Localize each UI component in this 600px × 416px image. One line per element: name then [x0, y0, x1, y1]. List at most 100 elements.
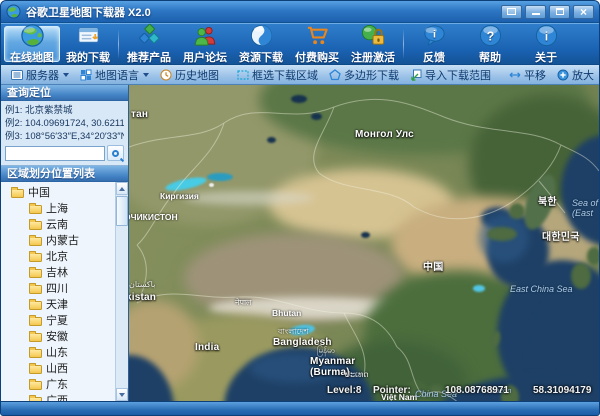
search-panel-body: 例1: 北京紫禁城 例2: 104.09691724, 30.62114865 … — [1, 101, 128, 166]
search-example-3: 例3: 108°56′33″E,34°20′33″N — [5, 130, 124, 143]
tree-item[interactable]: 山西 — [1, 360, 128, 376]
online-map-globe-button[interactable]: 在线地图 — [4, 26, 60, 62]
scroll-down-icon — [119, 393, 125, 397]
svg-text:?: ? — [486, 29, 494, 43]
tree-item[interactable]: 云南 — [1, 216, 128, 232]
history-clock-icon — [160, 69, 172, 81]
search-panel-header: 查询定位 — [1, 85, 128, 101]
polygon-download-button[interactable]: 多边形下载 — [324, 66, 404, 84]
sub-toolbar-label: 放大 — [572, 67, 594, 83]
tree-item-root[interactable]: 中国 — [1, 184, 128, 200]
tree-item-label: 山东 — [46, 344, 68, 360]
toolbar-separator — [118, 29, 119, 59]
country-borders-overlay — [129, 85, 599, 401]
skin-button[interactable] — [501, 5, 522, 19]
minimize-button[interactable] — [525, 5, 546, 19]
import-range-button[interactable]: 导入下载范围 — [405, 66, 496, 84]
tree-item-label: 吉林 — [46, 264, 68, 280]
title-bar: 谷歌卫星地图下载器 X2.0 × — [1, 1, 599, 23]
tree-item[interactable]: 北京 — [1, 248, 128, 264]
folder-icon — [29, 333, 42, 342]
folder-icon — [29, 285, 42, 294]
maximize-icon — [556, 8, 564, 15]
box-select-button[interactable]: 框选下载区域 — [232, 66, 323, 84]
toolbar-button-label: 反馈 — [423, 49, 445, 65]
folder-icon — [29, 237, 42, 246]
window-controls: × — [501, 5, 594, 19]
app-window: 谷歌卫星地图下载器 X2.0 × 在线地图我的下载推荐产品用户论坛资源下载付费购… — [0, 0, 600, 416]
tree-item-label: 上海 — [46, 200, 68, 216]
about-button[interactable]: i关于 — [518, 24, 574, 64]
toolbar-button-label: 注册激活 — [351, 49, 395, 65]
user-forum-button[interactable]: 用户论坛 — [177, 24, 233, 64]
tree-item[interactable]: 安徽 — [1, 328, 128, 344]
server-list-button[interactable]: 服务器 — [6, 66, 74, 84]
search-example-2: 例2: 104.09691724, 30.62114865 — [5, 117, 124, 130]
tree-list: 中国上海云南内蒙古北京吉林四川天津宁夏安徽山东山西广东广西 — [1, 184, 128, 401]
resource-download-button[interactable]: 资源下载 — [233, 24, 289, 64]
folder-icon — [29, 269, 42, 278]
folder-icon — [29, 205, 42, 214]
close-button[interactable]: × — [573, 5, 594, 19]
tree-item[interactable]: 上海 — [1, 200, 128, 216]
folder-icon — [29, 381, 42, 390]
toolbar-button-label: 我的下载 — [66, 49, 110, 65]
history-clock-button[interactable]: 历史地图 — [155, 66, 224, 84]
dropdown-arrow-icon — [63, 73, 69, 77]
tree-item-label: 四川 — [46, 280, 68, 296]
my-downloads-icon — [76, 23, 101, 48]
folder-icon — [29, 301, 42, 310]
folder-icon — [29, 221, 42, 230]
tree-panel-header: 区域划分位置列表 — [1, 166, 128, 182]
pan-icon — [509, 69, 521, 81]
sub-toolbar-label: 地图语言 — [95, 67, 139, 83]
status-bar — [1, 401, 599, 415]
folder-icon — [29, 397, 42, 402]
folder-icon — [11, 189, 24, 198]
tree-scrollbar[interactable] — [115, 182, 128, 401]
recommended-products-button[interactable]: 推荐产品 — [121, 24, 177, 64]
tree-item[interactable]: 天津 — [1, 296, 128, 312]
tree-item[interactable]: 宁夏 — [1, 312, 128, 328]
scroll-down-button[interactable] — [116, 388, 128, 401]
register-activate-button[interactable]: 注册激活 — [345, 24, 401, 64]
tree-item[interactable]: 吉林 — [1, 264, 128, 280]
tree-item[interactable]: 山东 — [1, 344, 128, 360]
purchase-cart-icon — [305, 23, 330, 48]
search-button[interactable] — [107, 145, 124, 161]
tree-item-label: 安徽 — [46, 328, 68, 344]
tree-item[interactable]: 四川 — [1, 280, 128, 296]
maximize-button[interactable] — [549, 5, 570, 19]
toolbar-separator — [403, 29, 404, 59]
pan-button[interactable]: 平移 — [504, 66, 551, 84]
folder-icon — [29, 365, 42, 374]
sub-toolbar-label: 框选下载区域 — [252, 67, 318, 83]
folder-icon — [29, 253, 42, 262]
purchase-cart-button[interactable]: 付费购买 — [289, 24, 345, 64]
scroll-up-button[interactable] — [116, 182, 128, 195]
tree-item[interactable]: 广东 — [1, 376, 128, 392]
region-tree: 中国上海云南内蒙古北京吉林四川天津宁夏安徽山东山西广东广西 — [1, 182, 128, 401]
help-button[interactable]: ?帮助 — [462, 24, 518, 64]
feedback-bubble-button[interactable]: i反馈 — [406, 24, 462, 64]
sidebar: 查询定位 例1: 北京紫禁城 例2: 104.09691724, 30.6211… — [1, 85, 129, 401]
folder-icon — [29, 349, 42, 358]
sub-toolbar-label: 服务器 — [26, 67, 59, 83]
sub-toolbar: 服务器地图语言历史地图框选下载区域多边形下载导入下载范围平移放大缩小全视图» — [1, 65, 599, 85]
sub-toolbar-label: 历史地图 — [175, 67, 219, 83]
tree-item[interactable]: 内蒙古 — [1, 232, 128, 248]
tree-item-label: 中国 — [28, 184, 50, 200]
scrollbar-thumb[interactable] — [116, 196, 128, 226]
tree-item-label: 内蒙古 — [46, 232, 79, 248]
tree-item-label: 云南 — [46, 216, 68, 232]
map-language-grid-button[interactable]: 地图语言 — [75, 66, 154, 84]
main-toolbar: 在线地图我的下载推荐产品用户论坛资源下载付费购买注册激活 i反馈?帮助i关于 — [1, 23, 599, 65]
tree-item[interactable]: 广西 — [1, 392, 128, 401]
satellite-map[interactable]: танМонгол УлсКиргизияТОЧИКИСТОН中国북한Sea o… — [129, 85, 599, 401]
tree-item-label: 宁夏 — [46, 312, 68, 328]
toolbar-button-label: 用户论坛 — [183, 49, 227, 65]
recommended-products-icon — [137, 23, 162, 48]
my-downloads-button[interactable]: 我的下载 — [60, 24, 116, 64]
location-search-input[interactable] — [5, 146, 105, 161]
zoom-in-button[interactable]: 放大 — [552, 66, 599, 84]
